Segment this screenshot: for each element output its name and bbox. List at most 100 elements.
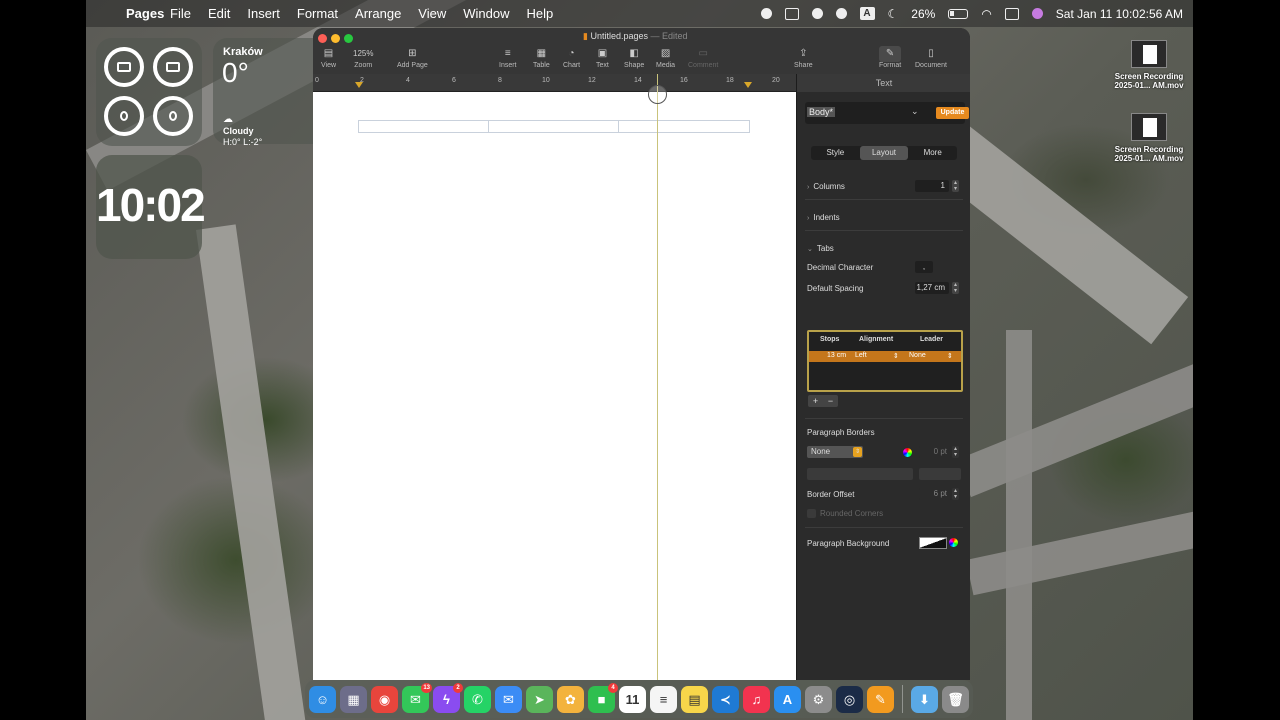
- menu-format[interactable]: Format: [297, 6, 338, 21]
- table-button[interactable]: ▦ Table: [533, 46, 550, 69]
- mail-icon[interactable]: ✉: [495, 685, 522, 713]
- photos-icon[interactable]: ✿: [557, 685, 584, 713]
- default-spacing-stepper[interactable]: ▴ ▾: [952, 282, 959, 294]
- border-offset-field[interactable]: 6 pt: [919, 488, 951, 500]
- default-spacing-field[interactable]: 1,27 cm: [915, 282, 949, 294]
- pages-icon[interactable]: ✎: [867, 685, 894, 713]
- table-cell[interactable]: [488, 120, 619, 133]
- border-position-buttons[interactable]: [807, 468, 913, 480]
- remove-tab-stop-button[interactable]: −: [823, 395, 838, 407]
- zoom-button[interactable]: 125% Zoom: [353, 46, 373, 69]
- launchpad-icon[interactable]: ▦: [340, 685, 367, 713]
- ruler[interactable]: 0 2 4 6 8 10 12 14 16 18 20: [313, 74, 796, 92]
- moon-icon[interactable]: ☾: [888, 7, 899, 21]
- indents-section-toggle[interactable]: › Indents: [807, 213, 840, 222]
- table-cell[interactable]: [358, 120, 489, 133]
- settings-icon[interactable]: ⚙: [805, 685, 832, 713]
- tab-stop-alignment[interactable]: Left: [855, 352, 867, 359]
- info-icon[interactable]: [811, 8, 823, 19]
- shape-button[interactable]: ◧ Shape: [624, 46, 644, 69]
- control-center-icon[interactable]: [1004, 7, 1019, 20]
- columns-stepper[interactable]: ▴ ▾: [952, 180, 959, 192]
- menu-help[interactable]: Help: [527, 6, 554, 21]
- battery-widget[interactable]: [96, 38, 202, 146]
- menu-app-name[interactable]: Pages: [126, 0, 164, 27]
- tab-stop-leader[interactable]: None: [909, 352, 926, 359]
- close-button[interactable]: [318, 34, 327, 43]
- reminders-icon[interactable]: ≡: [650, 685, 677, 713]
- right-indent-marker[interactable]: [744, 82, 752, 88]
- battery-icon[interactable]: [948, 8, 969, 19]
- table-cell[interactable]: [618, 120, 750, 133]
- border-box-button[interactable]: [919, 468, 961, 480]
- menu-file[interactable]: File: [170, 6, 191, 21]
- clock-widget[interactable]: 10:02: [96, 155, 206, 259]
- document-page[interactable]: [313, 92, 796, 680]
- menu-view[interactable]: View: [418, 6, 446, 21]
- tab-more[interactable]: More: [908, 146, 957, 160]
- paragraph-style-picker[interactable]: Body* ⌄ Update: [805, 102, 969, 124]
- siri-icon[interactable]: [1031, 8, 1043, 19]
- zoom-window-button[interactable]: [344, 34, 353, 43]
- play-icon[interactable]: [835, 8, 847, 19]
- document-button[interactable]: ▯ Document: [915, 46, 947, 69]
- columns-section-toggle[interactable]: › Columns: [807, 182, 845, 191]
- decimal-character-field[interactable]: ,: [915, 261, 933, 273]
- add-tab-stop-button[interactable]: +: [808, 395, 823, 407]
- media-button[interactable]: ▨ Media: [656, 46, 675, 69]
- border-offset-stepper[interactable]: ▴ ▾: [952, 488, 959, 500]
- comment-button[interactable]: ▭ Comment: [688, 46, 718, 69]
- menu-window[interactable]: Window: [463, 6, 509, 21]
- calendar-icon[interactable]: 11: [619, 685, 646, 713]
- share-button[interactable]: ⇪ Share: [794, 46, 813, 69]
- notes-icon[interactable]: ▤: [681, 685, 708, 713]
- tabs-section-toggle[interactable]: ⌄ Tabs: [807, 244, 834, 253]
- downloads-folder-icon[interactable]: ⬇: [911, 685, 938, 713]
- menu-insert[interactable]: Insert: [247, 6, 280, 21]
- messages-icon[interactable]: ✉ 13: [402, 682, 432, 713]
- chart-button[interactable]: ◔ Chart: [563, 46, 580, 69]
- messenger-icon[interactable]: ϟ2: [433, 682, 463, 713]
- music-icon[interactable]: ♫: [743, 685, 770, 713]
- wifi-icon[interactable]: ◠: [981, 7, 991, 21]
- minimize-button[interactable]: [331, 34, 340, 43]
- tab-stop-handle[interactable]: [648, 85, 667, 104]
- background-color-well[interactable]: [949, 538, 958, 547]
- update-style-button[interactable]: Update: [936, 107, 969, 119]
- add-page-button[interactable]: ⊞ Add Page: [397, 46, 428, 69]
- view-button[interactable]: ▤ View: [321, 46, 336, 69]
- tab-style[interactable]: Style: [811, 146, 860, 160]
- menubar-datetime[interactable]: Sat Jan 11 10:02:56 AM: [1056, 7, 1183, 21]
- vscode-icon[interactable]: ≺: [712, 685, 739, 713]
- menu-arrange[interactable]: Arrange: [355, 6, 401, 21]
- document-name[interactable]: Untitled.pages: [590, 31, 648, 41]
- trash-icon[interactable]: 🗑: [942, 685, 969, 713]
- desktop-file-2[interactable]: Screen Recording 2025-01... AM.mov: [1109, 113, 1189, 163]
- tab-stop-position[interactable]: 13 cm: [827, 352, 846, 359]
- display-icon[interactable]: [784, 7, 799, 20]
- text-button[interactable]: ▣ Text: [596, 46, 609, 69]
- weather-widget[interactable]: Kraków 0° ☁ Cloudy H:0° L:-2°: [213, 38, 313, 147]
- rounded-corners-checkbox[interactable]: [807, 509, 816, 518]
- tab-stops-table[interactable]: Stops Alignment Leader 13 cm Left ⇕ None…: [807, 330, 963, 392]
- screen-record-icon[interactable]: [760, 8, 772, 19]
- input-source-icon[interactable]: A: [859, 7, 875, 20]
- paragraph-background-swatch[interactable]: [919, 537, 947, 549]
- appstore-icon[interactable]: A: [774, 685, 801, 713]
- left-indent-marker[interactable]: [355, 82, 363, 88]
- tab-stop-row[interactable]: 13 cm Left ⇕ None ⇕: [809, 351, 961, 362]
- tab-layout[interactable]: Layout: [859, 146, 909, 160]
- border-width-field[interactable]: 0 pt: [919, 446, 951, 458]
- chrome-icon[interactable]: ◉: [371, 685, 398, 713]
- border-width-stepper[interactable]: ▴ ▾: [952, 446, 959, 458]
- steam-icon[interactable]: ◎: [836, 685, 863, 713]
- border-style-select[interactable]: None ⇕: [807, 446, 863, 458]
- menu-edit[interactable]: Edit: [208, 6, 230, 21]
- columns-field[interactable]: 1: [915, 180, 949, 192]
- border-color-well[interactable]: [903, 448, 912, 457]
- format-button[interactable]: ✎ Format: [879, 46, 901, 69]
- battery-percent[interactable]: 26%: [911, 7, 935, 21]
- finder-icon[interactable]: ☺: [309, 685, 336, 713]
- insert-button[interactable]: ≡ Insert: [499, 46, 517, 69]
- desktop-file-1[interactable]: Screen Recording 2025-01... AM.mov: [1109, 40, 1189, 90]
